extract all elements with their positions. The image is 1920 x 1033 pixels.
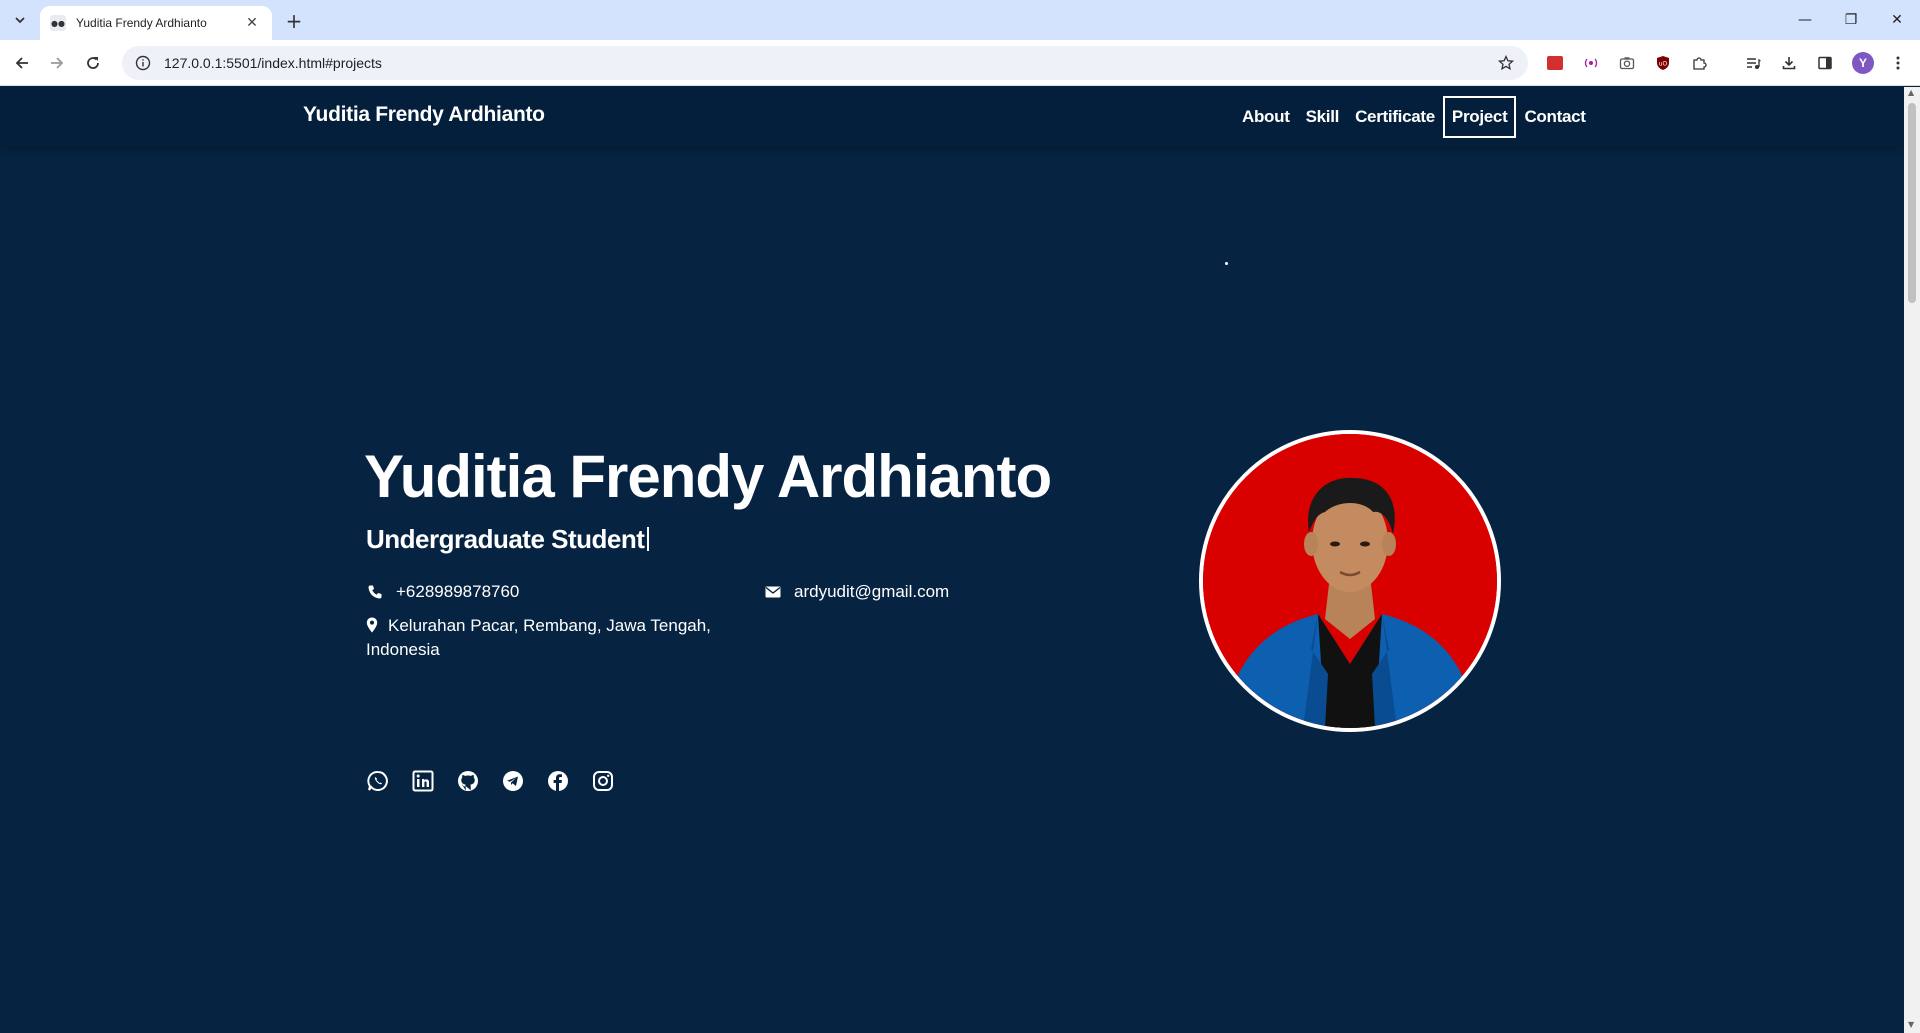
minimize-button[interactable]: —	[1782, 0, 1828, 40]
nav-link-skill[interactable]: Skill	[1298, 99, 1347, 135]
site-brand[interactable]: Yuditia Frendy Ardhianto	[303, 103, 545, 127]
browser-tab[interactable]: ●● Yuditia Frendy Ardhianto ✕	[40, 6, 272, 40]
site-info-icon[interactable]	[134, 54, 152, 72]
nav-link-contact[interactable]: Contact	[1516, 99, 1593, 135]
phone-info: +628989878760	[366, 582, 519, 602]
restore-button[interactable]: ❐	[1828, 0, 1874, 40]
ublock-shield-icon[interactable]: uO	[1652, 52, 1674, 74]
map-marker-icon	[366, 617, 378, 633]
address-info: Kelurahan Pacar, Rembang, Jawa Tengah, I…	[366, 614, 736, 662]
menu-kebab-icon[interactable]	[1887, 52, 1909, 74]
address-text: Kelurahan Pacar, Rembang, Jawa Tengah, I…	[366, 616, 711, 659]
bookmark-star-icon[interactable]	[1496, 53, 1516, 73]
extension-red-icon[interactable]	[1544, 52, 1566, 74]
tab-search-button[interactable]	[8, 8, 32, 32]
linkedin-icon[interactable]	[411, 769, 435, 793]
close-tab-icon[interactable]: ✕	[242, 13, 262, 33]
email-address[interactable]: ardyudit@gmail.com	[794, 582, 949, 602]
hero-name: Yuditia Frendy Ardhianto	[364, 443, 1052, 510]
extension-broadcast-icon[interactable]	[1580, 52, 1602, 74]
portfolio-page: Yuditia Frendy Ardhianto About Skill Cer…	[0, 87, 1904, 1033]
back-button[interactable]	[10, 51, 34, 75]
scroll-down-icon[interactable]: ▼	[1908, 1021, 1916, 1029]
hero-role: Undergraduate Student	[366, 524, 650, 555]
arrow-left-icon	[15, 57, 28, 69]
reload-icon	[87, 57, 99, 69]
profile-photo	[1199, 430, 1501, 732]
side-panel-icon[interactable]	[1814, 52, 1836, 74]
chevron-down-icon	[15, 17, 25, 24]
nav-links: About Skill Certificate Project Contact	[1234, 95, 1594, 139]
svg-text:uO: uO	[1659, 61, 1668, 68]
telegram-icon[interactable]	[501, 769, 525, 793]
browser-toolbar: 127.0.0.1:5501/index.html#projects uO Y	[0, 40, 1920, 86]
facebook-icon[interactable]	[546, 769, 570, 793]
nav-link-project[interactable]: Project	[1442, 96, 1517, 138]
profile-avatar[interactable]: Y	[1852, 52, 1874, 74]
phone-number[interactable]: +628989878760	[396, 582, 519, 602]
camera-icon[interactable]	[1616, 52, 1638, 74]
browser-tab-bar: ●● Yuditia Frendy Ardhianto ✕ + — ❐ ✕	[0, 0, 1920, 40]
close-window-button[interactable]: ✕	[1874, 0, 1920, 40]
github-icon[interactable]	[456, 769, 480, 793]
instagram-icon[interactable]	[591, 769, 615, 793]
whatsapp-icon[interactable]	[366, 769, 390, 793]
hero-role-text: Undergraduate Student	[366, 524, 645, 554]
envelope-icon	[764, 583, 782, 601]
forward-button[interactable]	[45, 51, 69, 75]
email-info: ardyudit@gmail.com	[764, 582, 949, 602]
extensions-puzzle-icon[interactable]	[1688, 52, 1710, 74]
nav-link-certificate[interactable]: Certificate	[1347, 99, 1443, 135]
typing-caret	[647, 527, 650, 551]
address-bar[interactable]: 127.0.0.1:5501/index.html#projects	[122, 46, 1528, 80]
particle-dot	[1225, 262, 1228, 265]
site-favicon-icon: ●●	[50, 15, 66, 31]
tab-title: Yuditia Frendy Ardhianto	[76, 16, 207, 30]
arrow-right-icon	[51, 57, 64, 69]
reload-button[interactable]	[81, 51, 105, 75]
url-text: 127.0.0.1:5501/index.html#projects	[164, 55, 382, 71]
page-scrollbar[interactable]: ▲ ▼	[1904, 87, 1920, 1033]
social-links	[366, 769, 636, 793]
media-queue-icon[interactable]	[1742, 52, 1764, 74]
site-navbar: Yuditia Frendy Ardhianto About Skill Cer…	[0, 87, 1904, 147]
scroll-up-icon[interactable]: ▲	[1908, 89, 1916, 97]
download-icon[interactable]	[1778, 52, 1800, 74]
profile-photo-illustration	[1203, 434, 1497, 728]
phone-icon	[366, 583, 384, 601]
scrollbar-thumb[interactable]	[1908, 103, 1916, 303]
nav-link-about[interactable]: About	[1234, 99, 1298, 135]
new-tab-button[interactable]: +	[282, 9, 306, 33]
address-block: Kelurahan Pacar, Rembang, Jawa Tengah, I…	[366, 614, 736, 662]
